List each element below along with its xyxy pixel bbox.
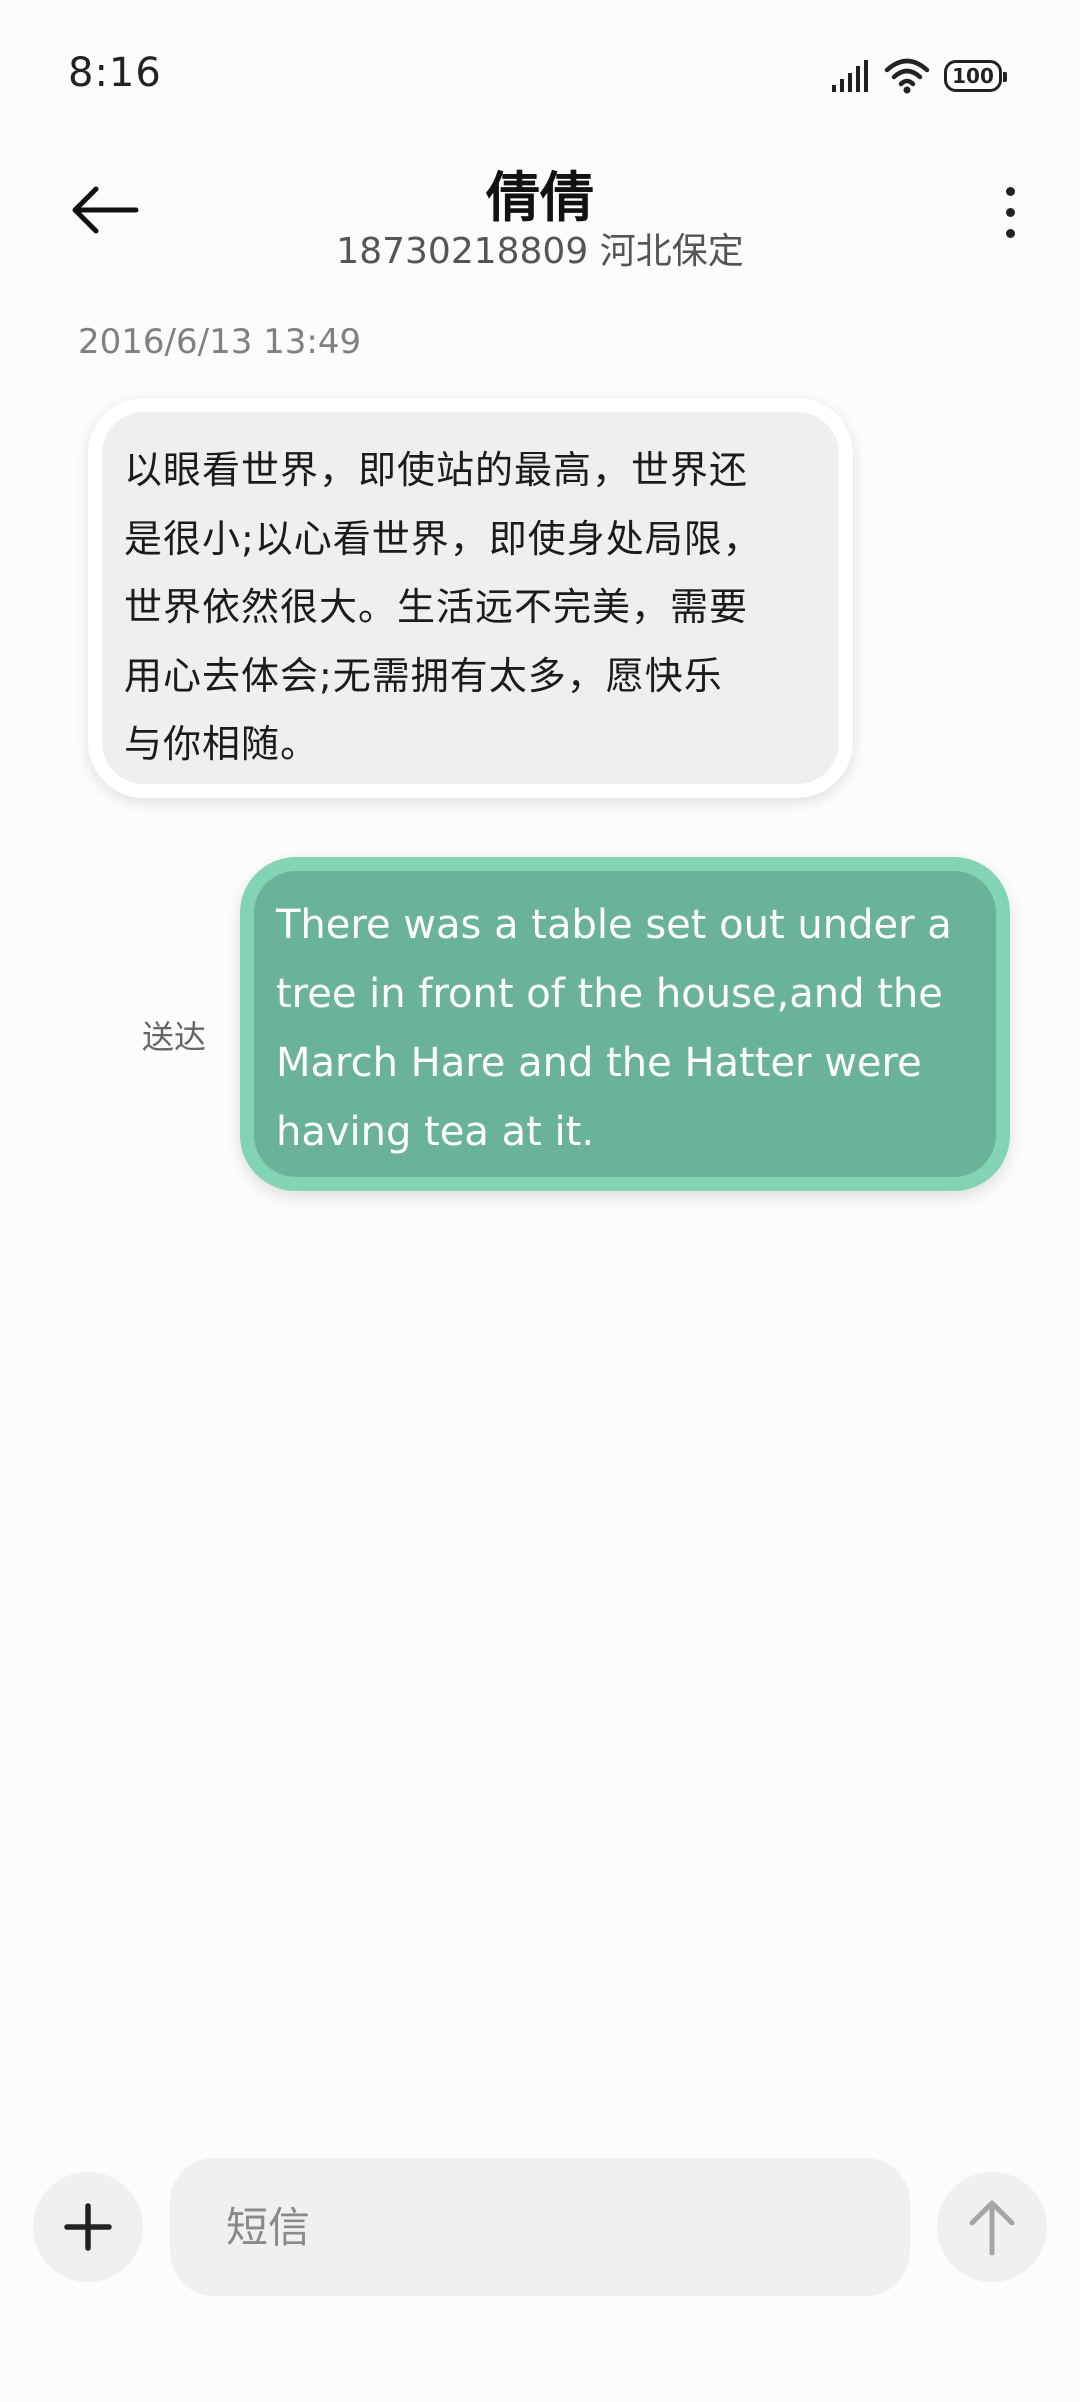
status-icons: 100 <box>830 58 1007 94</box>
battery-icon: 100 <box>944 60 1007 92</box>
incoming-message-bubble[interactable]: 以眼看世界，即使站的最高，世界还 是很小;以心看世界，即使身处局限， 世界依然很… <box>88 398 853 798</box>
more-options-button[interactable] <box>980 172 1040 252</box>
more-vertical-icon <box>1005 228 1015 238</box>
more-vertical-icon <box>1005 207 1015 217</box>
wifi-icon <box>884 58 930 94</box>
more-vertical-icon <box>1005 186 1015 196</box>
message-line: March Hare and the Hatter were <box>276 1040 922 1086</box>
message-input-box[interactable] <box>170 2158 910 2296</box>
sms-conversation-screen: 8:16 100 倩倩 18730218809 河北保定 2016/6/13 1… <box>0 0 1080 2402</box>
add-attachment-button[interactable] <box>33 2172 143 2282</box>
conversation-header: 倩倩 18730218809 河北保定 <box>0 150 1080 290</box>
message-line: 是很小;以心看世界，即使身处局限， <box>124 516 762 561</box>
message-line: 与你相随。 <box>124 722 320 766</box>
message-line: 以眼看世界，即使站的最高，世界还 <box>124 448 749 492</box>
signal-icon <box>832 60 868 92</box>
contact-number-location: 18730218809 河北保定 <box>336 231 744 272</box>
delivery-status: 送达 <box>142 1018 207 1056</box>
message-timestamp: 2016/6/13 13:49 <box>78 322 362 362</box>
send-button[interactable] <box>937 2172 1047 2282</box>
message-line: tree in front of the house,and the <box>276 971 943 1017</box>
message-line: 世界依然很大。生活远不完美，需要 <box>124 585 749 629</box>
send-arrow-icon <box>969 2200 1015 2256</box>
message-input[interactable] <box>170 2158 910 2296</box>
battery-level: 100 <box>952 64 994 88</box>
plus-icon <box>64 2203 112 2251</box>
status-bar: 8:16 100 <box>0 0 1080 150</box>
outgoing-message-bubble[interactable]: There was a table set out under a tree i… <box>240 857 1010 1191</box>
message-line: 用心去体会;无需拥有太多，愿快乐 <box>124 653 723 698</box>
status-time: 8:16 <box>68 50 162 96</box>
contact-name: 倩倩 <box>486 166 594 229</box>
message-line: having tea at it. <box>276 1109 595 1155</box>
message-line: There was a table set out under a <box>276 902 952 948</box>
